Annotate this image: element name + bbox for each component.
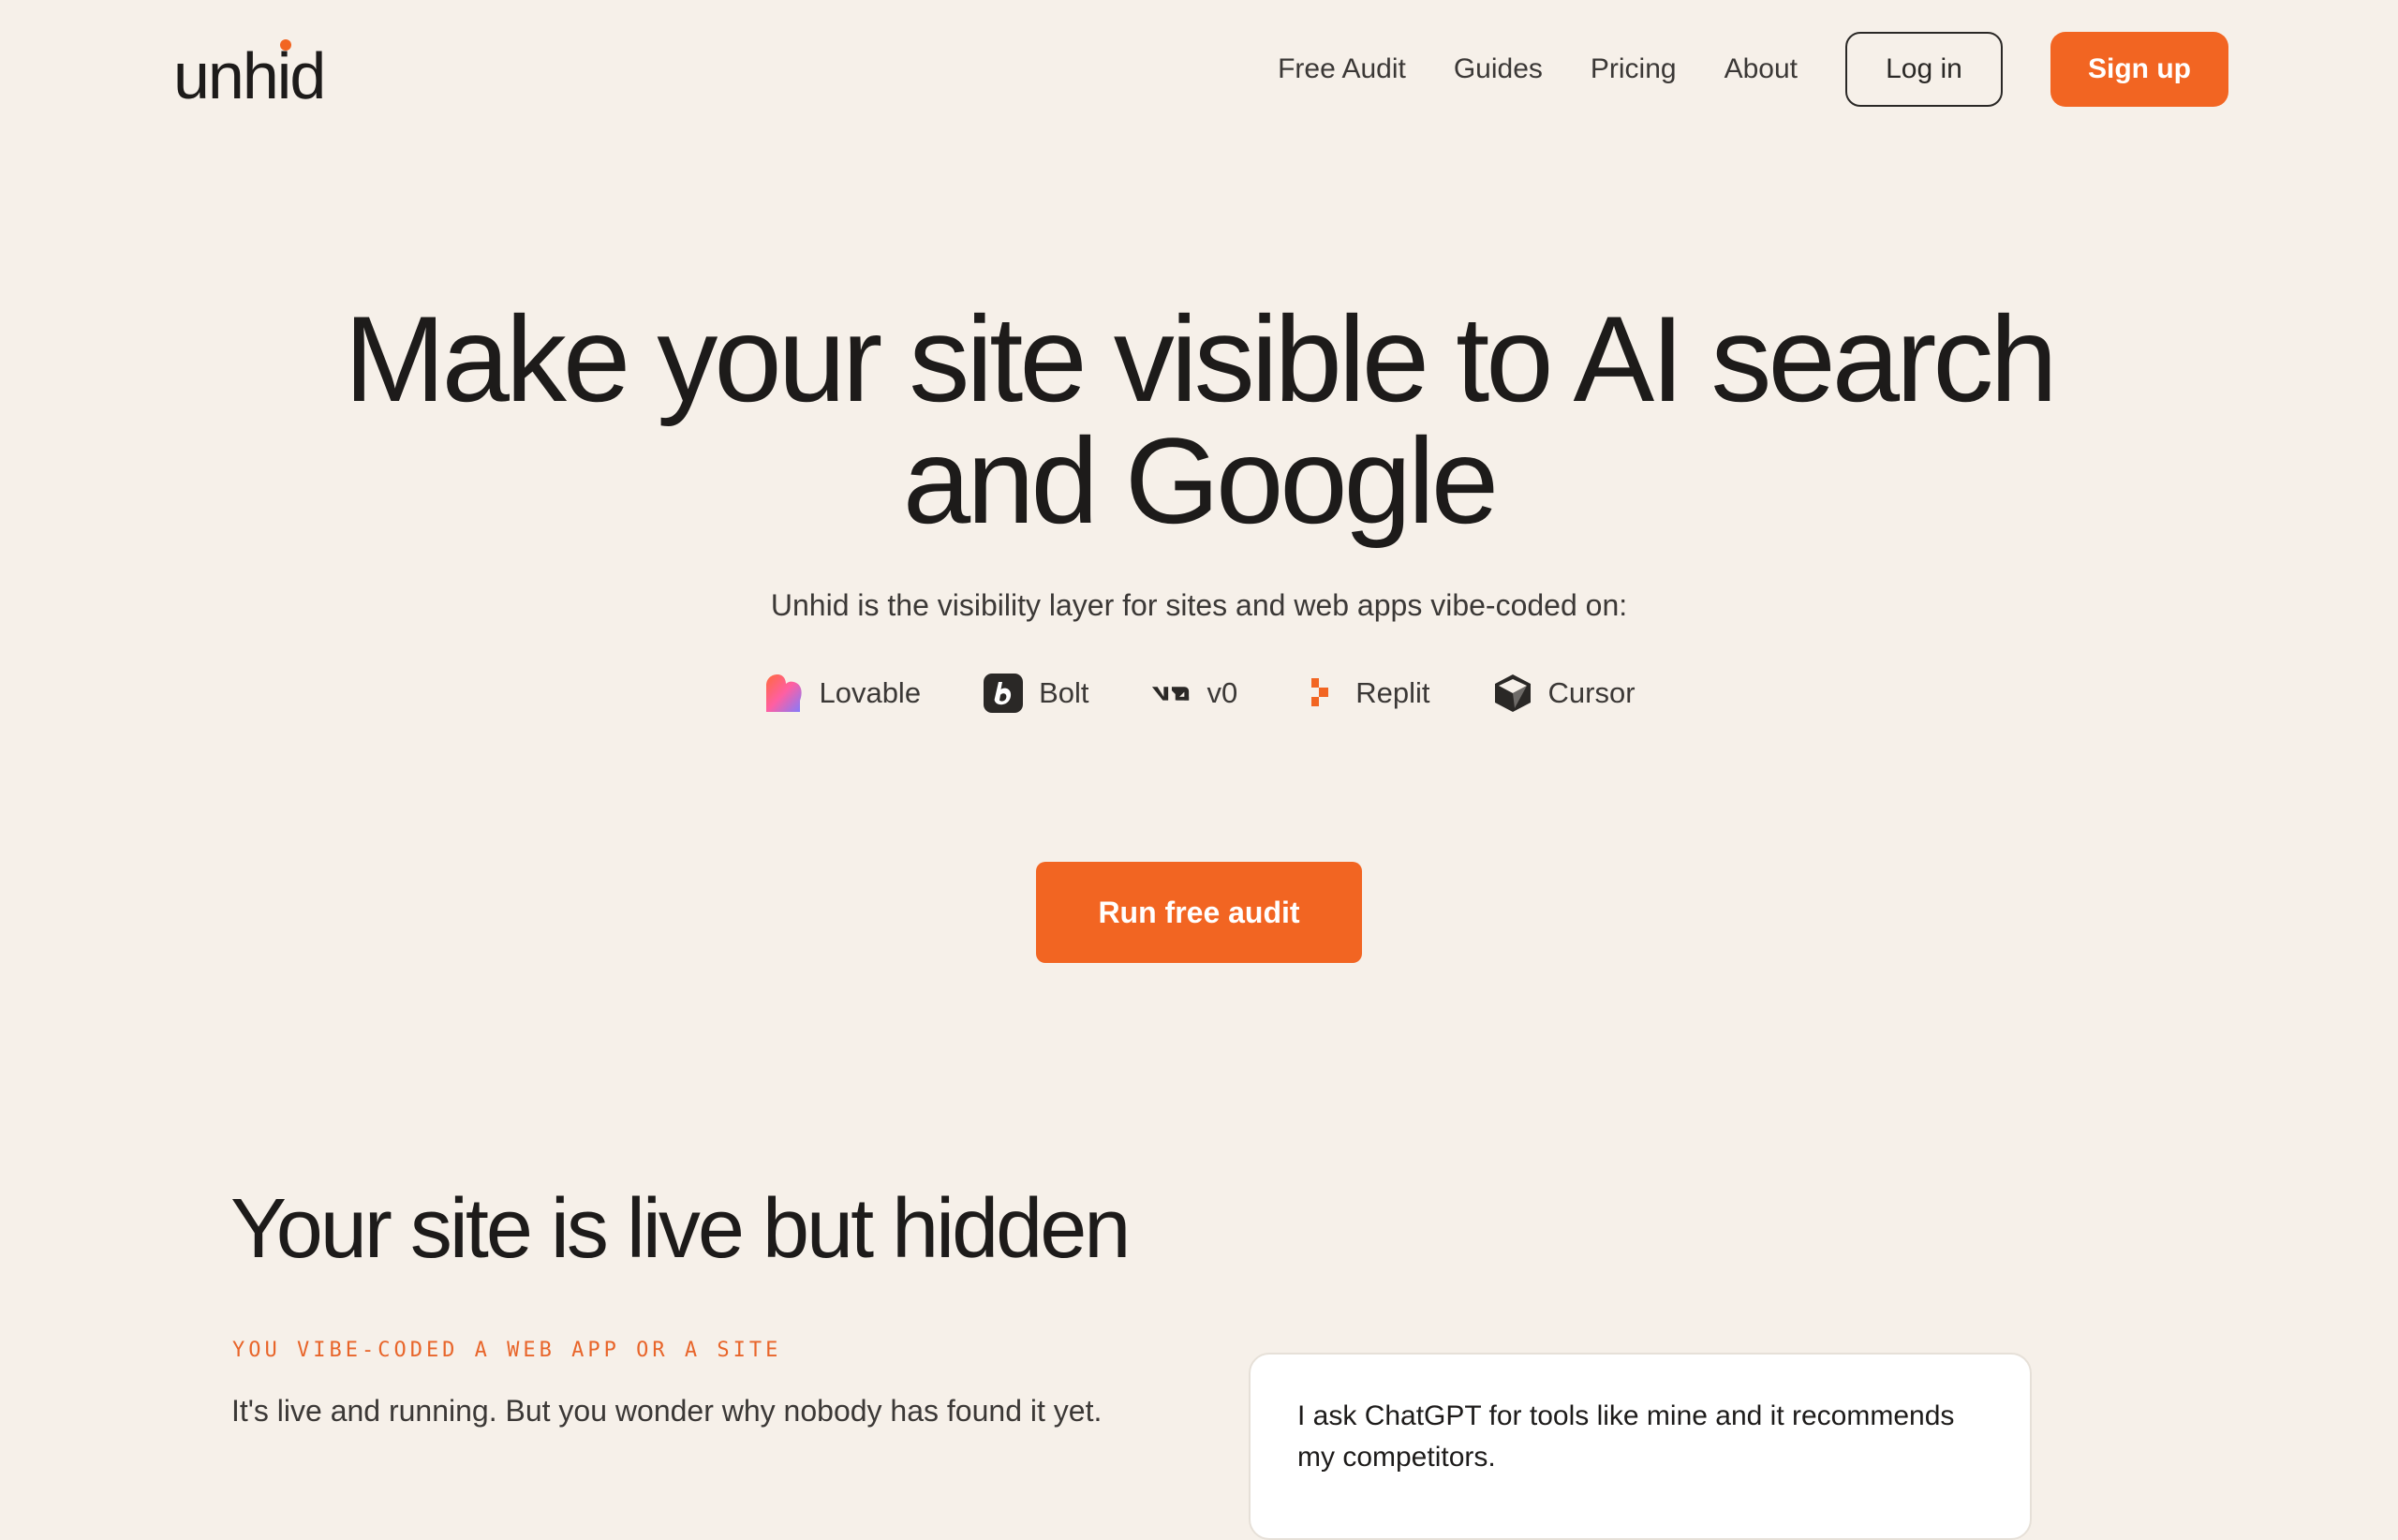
logo-wordmark: unhid	[173, 39, 326, 112]
v0-icon	[1150, 673, 1192, 714]
quote-card: I ask ChatGPT for tools like mine and it…	[1249, 1353, 2032, 1540]
logo-dot	[280, 39, 291, 51]
platform-label: Bolt	[1039, 676, 1089, 709]
run-free-audit-button[interactable]: Run free audit	[1036, 862, 1362, 963]
section-eyebrow: YOU VIBE-CODED A WEB APP OR A SITE	[232, 1339, 782, 1362]
login-button[interactable]: Log in	[1845, 32, 2003, 107]
bolt-icon	[983, 673, 1024, 714]
main-nav: Free Audit Guides Pricing About Log in S…	[1278, 30, 2228, 109]
platform-label: Lovable	[819, 676, 922, 709]
nav-about[interactable]: About	[1724, 53, 1798, 85]
platform-cursor[interactable]: Cursor	[1492, 673, 1636, 714]
platform-label: v0	[1206, 676, 1238, 709]
quote-text: I ask ChatGPT for tools like mine and it…	[1297, 1400, 1955, 1473]
hero-title-line-1: Make your site visible to AI search	[344, 290, 2057, 427]
hero-title: Make your site visible to AI search and …	[0, 298, 2398, 541]
hero-subtitle: Unhid is the visibility layer for sites …	[770, 588, 1628, 622]
section-body: It's live and running. But you wonder wh…	[231, 1394, 1103, 1428]
lovable-heart-icon	[762, 673, 804, 714]
platform-label: Replit	[1355, 676, 1430, 709]
signup-button[interactable]: Sign up	[2050, 32, 2228, 107]
platform-lovable[interactable]: Lovable	[762, 673, 921, 714]
platform-list: Lovable Bolt v0 Replit Cursor	[0, 673, 2398, 714]
platform-replit[interactable]: Replit	[1299, 673, 1430, 714]
platform-v0[interactable]: v0	[1150, 673, 1237, 714]
nav-guides[interactable]: Guides	[1454, 53, 1543, 85]
nav-free-audit[interactable]: Free Audit	[1278, 53, 1406, 85]
hero-title-line-2: and Google	[902, 412, 1499, 549]
logo[interactable]: unhid	[173, 37, 333, 112]
nav-pricing[interactable]: Pricing	[1591, 53, 1677, 85]
platform-label: Cursor	[1547, 676, 1636, 709]
platform-bolt[interactable]: Bolt	[983, 673, 1088, 714]
replit-icon	[1299, 673, 1340, 714]
cursor-cube-icon	[1492, 673, 1533, 714]
section-title: Your site is live but hidden	[230, 1182, 1131, 1276]
